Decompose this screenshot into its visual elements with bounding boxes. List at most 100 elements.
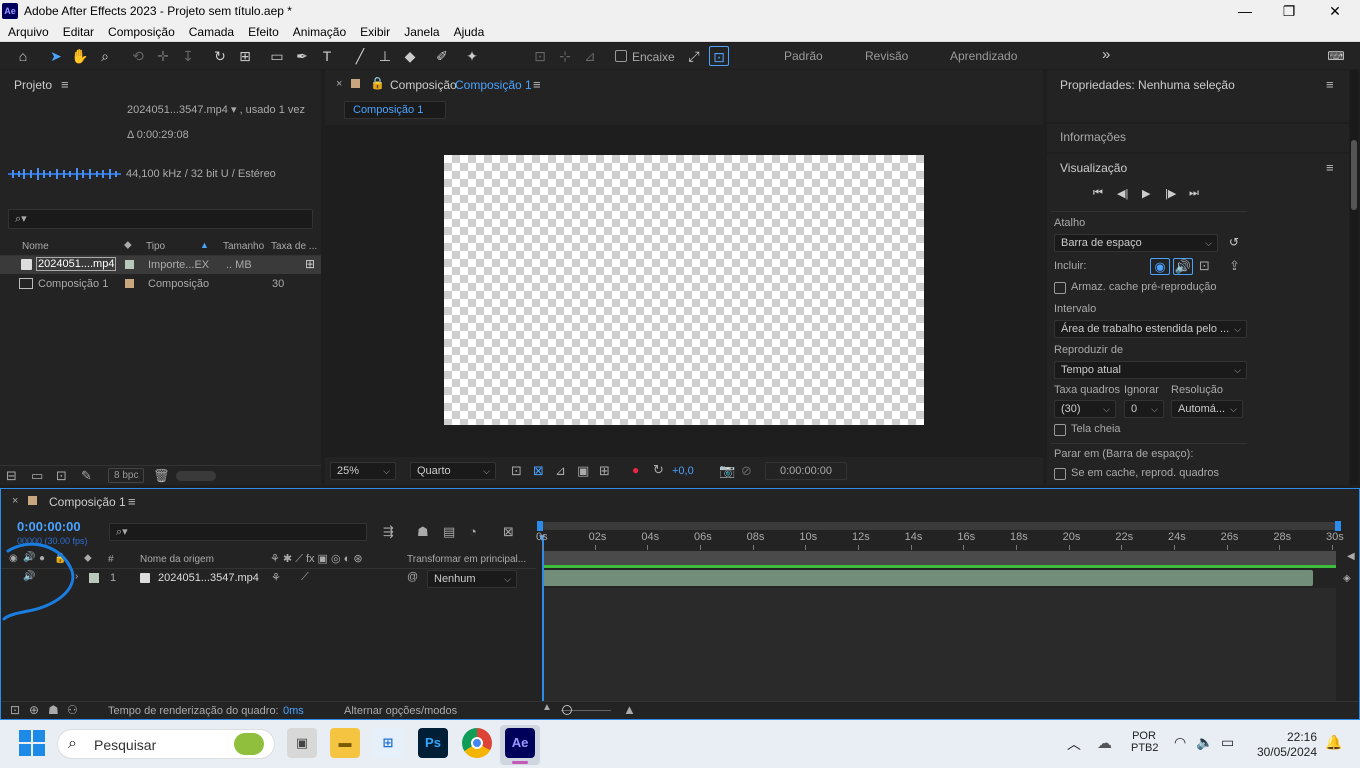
- cache-play-checkbox[interactable]: [1054, 468, 1066, 480]
- lock-icon[interactable]: 🔒: [370, 76, 385, 90]
- resolution-preview-dropdown[interactable]: Automá... ⌵: [1171, 400, 1243, 418]
- menu-animacao[interactable]: Animação: [287, 22, 352, 42]
- layer-label-color[interactable]: [89, 573, 99, 583]
- graph-editor-icon[interactable]: ⊠: [503, 524, 514, 540]
- flowchart-icon[interactable]: ⊞: [305, 257, 315, 271]
- snap-options-icon[interactable]: ⤢: [684, 46, 704, 66]
- adjust-project-icon[interactable]: ✎: [81, 468, 92, 484]
- taskbar-search-box[interactable]: ⌕ Pesquisar: [57, 729, 275, 759]
- current-time-display[interactable]: 0:00:00:00: [765, 462, 847, 480]
- comp-tab[interactable]: Composição 1: [344, 101, 446, 119]
- project-row-footage[interactable]: 2024051....mp4 Importe...EX .. MB ⊞: [0, 256, 321, 274]
- brush-tool-icon[interactable]: ╱: [350, 46, 370, 66]
- menu-janela[interactable]: Janela: [398, 22, 445, 42]
- mask-visibility-icon[interactable]: ⊿: [555, 463, 566, 479]
- col-size[interactable]: Tamanho: [223, 241, 264, 252]
- label-color-swatch[interactable]: [125, 279, 134, 288]
- grid-guides-icon[interactable]: ⊞: [599, 463, 610, 479]
- roto-brush-tool-icon[interactable]: ✐: [432, 46, 452, 66]
- dolly-camera-icon[interactable]: ↧: [178, 46, 198, 66]
- menu-efeito[interactable]: Efeito: [242, 22, 285, 42]
- new-folder-icon[interactable]: ▭: [31, 468, 43, 484]
- toggle-transfer-icon[interactable]: ⊡: [10, 703, 20, 717]
- anchor-point-tool-icon[interactable]: ⊞: [235, 46, 255, 66]
- composition-button-icon[interactable]: ◈: [1343, 573, 1351, 584]
- notification-bell-icon[interactable]: 🔔: [1325, 734, 1342, 751]
- region-of-interest-icon[interactable]: ▣: [577, 463, 589, 479]
- parent-col[interactable]: Transformar em principal...: [407, 554, 526, 565]
- orbit-camera-icon[interactable]: ⟲: [128, 46, 148, 66]
- timeline-tab[interactable]: Composição 1: [49, 495, 126, 509]
- motion-blur-icon[interactable]: ◔: [469, 524, 477, 539]
- include-overlay-icon[interactable]: ⊡: [1199, 258, 1210, 274]
- timeline-tracks-area[interactable]: [543, 588, 1336, 701]
- label-tag-icon[interactable]: ⬥: [124, 239, 132, 252]
- zoom-slider-thumb[interactable]: [562, 705, 572, 715]
- timeline-timecode[interactable]: 0:00:00:00: [17, 519, 81, 534]
- timeline-menu-icon[interactable]: ≡: [128, 494, 136, 509]
- project-file-name[interactable]: 2024051...3547.mp4 ▾ , usado 1 vez: [127, 103, 305, 116]
- chrome-icon[interactable]: [462, 728, 492, 758]
- layer-name[interactable]: 2024051...3547.mp4: [158, 572, 259, 584]
- menu-editar[interactable]: Editar: [57, 22, 100, 42]
- preview-menu-icon[interactable]: ≡: [1326, 160, 1334, 175]
- play-from-dropdown[interactable]: Tempo atual ⌵: [1054, 361, 1247, 379]
- include-video-icon[interactable]: ◉: [1150, 258, 1170, 275]
- pick-whip-icon[interactable]: @: [407, 571, 418, 583]
- include-audio-icon[interactable]: 🔊: [1173, 258, 1193, 275]
- home-icon[interactable]: ⌂: [13, 46, 33, 66]
- eraser-tool-icon[interactable]: ◆: [400, 46, 420, 66]
- menu-ajuda[interactable]: Ajuda: [448, 22, 491, 42]
- workspace-aprendizado[interactable]: Aprendizado: [950, 49, 1017, 63]
- export-icon[interactable]: ⇪: [1229, 258, 1240, 274]
- type-tool-icon[interactable]: T: [317, 46, 337, 66]
- right-panel-scrollbar[interactable]: [1350, 70, 1358, 485]
- source-name-col[interactable]: Nome da origem: [140, 554, 214, 565]
- bpc-button[interactable]: 8 bpc: [108, 468, 145, 483]
- view-axis-icon[interactable]: ⊿: [580, 46, 600, 66]
- layer-shy-switch-icon[interactable]: ⚘: [271, 571, 281, 584]
- selection-tool-icon[interactable]: ➤: [46, 46, 66, 66]
- project-row-composition[interactable]: Composição 1 Composição 30: [0, 275, 321, 293]
- label-color-swatch[interactable]: [125, 260, 134, 269]
- rectangle-tool-icon[interactable]: ▭: [267, 46, 287, 66]
- shy-layers-icon[interactable]: ☗: [417, 524, 429, 540]
- minimize-button[interactable]: —: [1222, 0, 1268, 22]
- work-area-range[interactable]: [543, 551, 1336, 565]
- work-area-end-handle[interactable]: [1335, 521, 1341, 531]
- puppet-tool-icon[interactable]: ✦: [462, 46, 482, 66]
- skip-dropdown[interactable]: 0 ⌵: [1124, 400, 1164, 418]
- timeline-search-input[interactable]: ⌕▾: [109, 523, 367, 541]
- maximize-button[interactable]: ❐: [1266, 0, 1312, 22]
- interpret-footage-icon[interactable]: ⊟: [6, 468, 17, 484]
- photoshop-icon[interactable]: Ps: [418, 728, 448, 758]
- panel-keyboard-icon[interactable]: ⌨: [1326, 46, 1346, 66]
- clock-date[interactable]: 30/05/2024: [1253, 745, 1317, 759]
- layer-duration-bar[interactable]: [543, 570, 1313, 586]
- local-axis-icon[interactable]: ⊹: [555, 46, 575, 66]
- reset-shortcut-icon[interactable]: ↺: [1229, 235, 1239, 249]
- info-title[interactable]: Informações: [1060, 130, 1126, 144]
- pen-tool-icon[interactable]: ✒: [292, 46, 312, 66]
- composition-canvas[interactable]: [444, 155, 924, 425]
- channel-icon[interactable]: ●: [632, 463, 639, 477]
- cache-checkbox[interactable]: [1054, 282, 1066, 294]
- snap-checkbox[interactable]: [615, 50, 627, 62]
- current-time-indicator[interactable]: [542, 539, 544, 701]
- close-comp-icon[interactable]: ×: [336, 78, 342, 90]
- hand-tool-icon[interactable]: ✋: [70, 46, 90, 66]
- col-type[interactable]: Tipo: [146, 241, 165, 252]
- project-menu-icon[interactable]: ≡: [61, 77, 69, 92]
- first-frame-icon[interactable]: ⏮: [1093, 187, 1103, 200]
- trash-icon[interactable]: 🗑: [153, 468, 170, 484]
- layer-quality-switch-icon[interactable]: ⟋: [301, 571, 309, 584]
- workspace-padrao[interactable]: Padrão: [784, 49, 823, 63]
- play-icon[interactable]: ▶: [1142, 187, 1150, 200]
- new-composition-icon[interactable]: ⊡: [56, 468, 67, 484]
- language-indicator[interactable]: POR PTB2: [1131, 730, 1159, 754]
- battery-icon[interactable]: ▭: [1221, 734, 1234, 751]
- workspace-revisao[interactable]: Revisão: [865, 49, 908, 63]
- align-icon[interactable]: ⊡: [530, 46, 550, 66]
- menu-composicao[interactable]: Composição: [102, 22, 181, 42]
- zoom-out-icon[interactable]: ▲: [542, 702, 552, 713]
